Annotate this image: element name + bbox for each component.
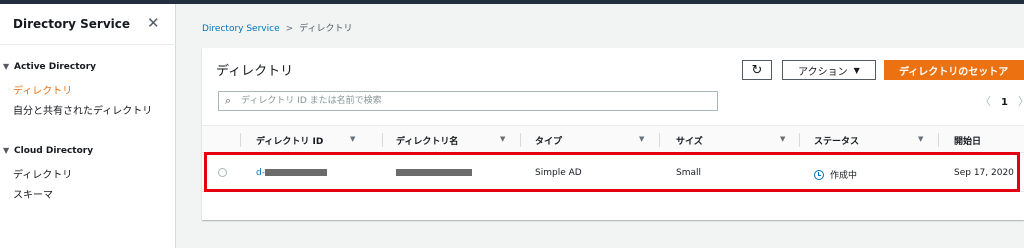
column-divider — [938, 133, 939, 147]
actions-label: アクション — [798, 66, 848, 78]
column-header-label: サイズ — [676, 137, 703, 147]
sidebar-section-label: Active Directory — [14, 62, 97, 72]
actions-dropdown-button[interactable]: アクション ▼ — [782, 60, 876, 80]
highlight-annotation-box — [204, 152, 1020, 192]
next-page-icon[interactable]: 〉 — [1018, 95, 1024, 108]
sidebar-section-active-directory[interactable]: ▼ Active Directory — [3, 62, 96, 72]
set-up-directory-label: ディレクトリのセットア — [899, 66, 1009, 78]
previous-page-icon[interactable]: 〈 — [980, 95, 991, 108]
sort-icon[interactable]: ▼ — [500, 135, 505, 143]
sort-icon[interactable]: ▼ — [780, 135, 785, 143]
sidebar: Directory Service ✕ ▼ Active Directory ディ… — [0, 4, 176, 248]
column-header-size[interactable]: サイズ ▼ — [676, 134, 785, 147]
breadcrumb: Directory Service > ディレクトリ — [202, 21, 353, 34]
main-content: Directory Service > ディレクトリ ディレクトリ ↻ アクション ▼… — [176, 4, 1024, 248]
pagination: 〈 1 〉 — [980, 93, 1024, 109]
sidebar-item-shared-directories[interactable]: 自分と共有されたディレクトリ — [13, 102, 152, 117]
sort-icon[interactable]: ▼ — [639, 135, 644, 143]
sort-icon[interactable]: ▼ — [350, 135, 355, 143]
sidebar-title: Directory Service — [13, 17, 131, 31]
refresh-button[interactable]: ↻ — [742, 60, 772, 80]
column-header-label: ステータス — [814, 137, 860, 147]
sidebar-item-schemas[interactable]: スキーマ — [13, 186, 53, 201]
set-up-directory-button[interactable]: ディレクトリのセットア — [884, 60, 1024, 80]
search-icon: ⌕ — [225, 94, 232, 107]
search-box: ⌕ — [218, 91, 718, 111]
column-header-directory-id[interactable]: ディレクトリ ID ▼ — [256, 134, 355, 147]
caret-down-icon: ▼ — [3, 146, 10, 155]
search-input[interactable] — [241, 93, 711, 109]
column-divider — [520, 133, 521, 147]
close-icon[interactable]: ✕ — [147, 13, 160, 33]
caret-down-icon: ▼ — [853, 65, 860, 75]
sort-icon[interactable]: ▼ — [918, 135, 923, 143]
column-header-type[interactable]: タイプ ▼ — [535, 134, 644, 147]
column-divider — [799, 133, 800, 147]
column-header-directory-name[interactable]: ディレクトリ名 ▼ — [396, 134, 505, 147]
sidebar-item-cloud-directories[interactable]: ディレクトリ — [13, 166, 72, 181]
sidebar-divider — [0, 44, 176, 45]
column-divider — [382, 133, 383, 147]
refresh-icon: ↻ — [751, 62, 763, 78]
panel-title: ディレクトリ — [216, 64, 294, 79]
column-header-label: タイプ — [535, 137, 563, 147]
breadcrumb-link-directory-service[interactable]: Directory Service — [202, 24, 280, 34]
column-header-start-date[interactable]: 開始日 — [954, 134, 981, 147]
column-header-label: ディレクトリ名 — [396, 137, 459, 147]
breadcrumb-separator: > — [285, 24, 294, 34]
column-divider — [240, 133, 241, 147]
table-header: ディレクトリ ID ▼ ディレクトリ名 ▼ タイプ ▼ サイズ ▼ ステータス ▼ 開始日 — [202, 125, 1024, 153]
sidebar-section-cloud-directory[interactable]: ▼ Cloud Directory — [3, 146, 93, 156]
breadcrumb-current: ディレクトリ — [299, 24, 353, 34]
sidebar-section-label: Cloud Directory — [14, 146, 94, 156]
column-header-label: ディレクトリ ID — [256, 137, 324, 147]
column-divider — [659, 133, 660, 147]
sidebar-item-directories[interactable]: ディレクトリ — [13, 82, 72, 97]
column-header-status[interactable]: ステータス ▼ — [814, 134, 923, 147]
column-header-label: 開始日 — [954, 137, 982, 147]
caret-down-icon: ▼ — [3, 62, 10, 71]
current-page-number[interactable]: 1 — [1001, 97, 1008, 108]
